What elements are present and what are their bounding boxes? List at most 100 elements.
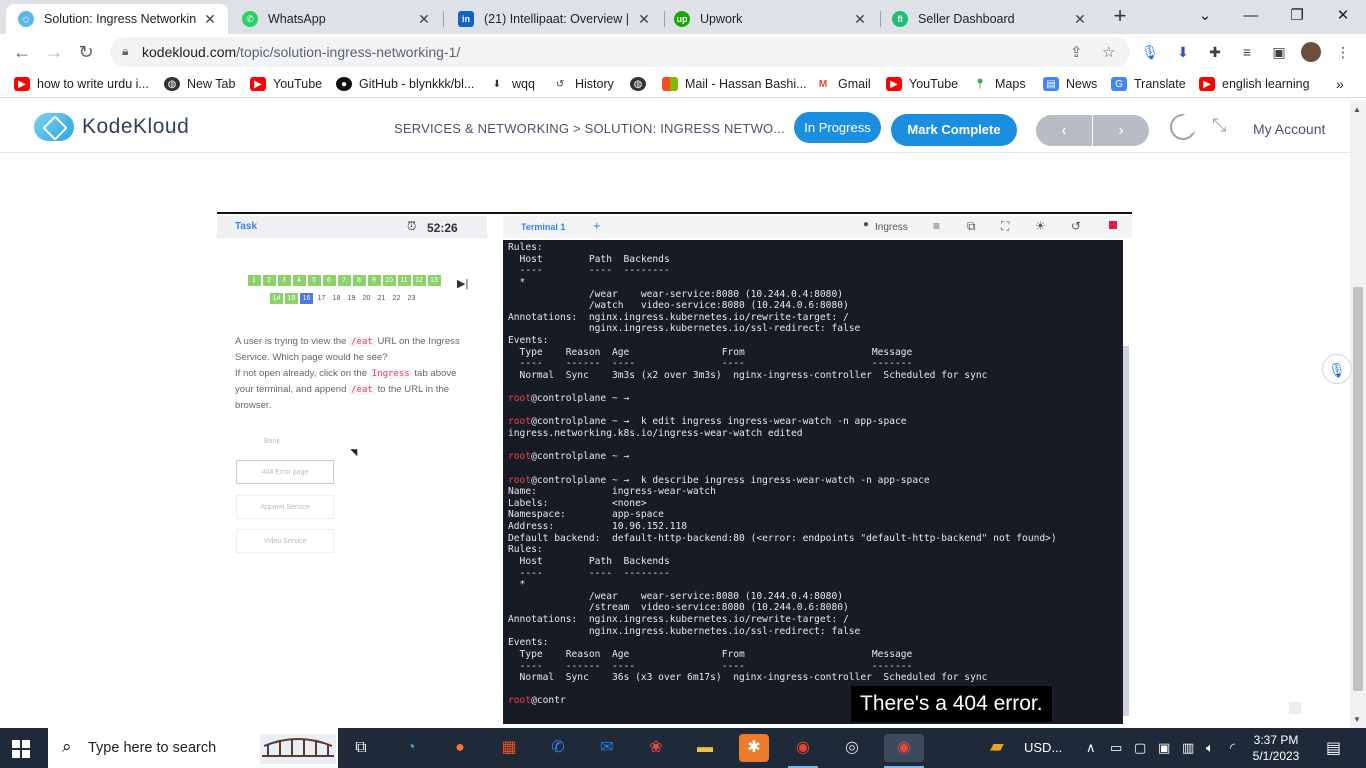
windows-taskbar: ⌕ Type here to search ⧉ ◔ ● ▦ ✆ ✉ ❀ ▬ ✱ …: [0, 728, 1366, 768]
tab-kodekloud[interactable]: ◇ Solution: Ingress Networking ✕: [6, 4, 228, 34]
terminal-line: /wear wear-service:8080 (10.244.0.4:8080…: [508, 590, 844, 602]
share-icon[interactable]: ⇪: [1070, 43, 1083, 61]
media-queue-icon[interactable]: ≡: [1237, 42, 1257, 62]
obs-icon[interactable]: ◎: [837, 734, 867, 762]
chrome-icon[interactable]: ◉: [788, 734, 818, 762]
ingress-tab: Ingress: [875, 222, 908, 233]
youtube-icon: ▶: [1199, 77, 1215, 91]
bookmark-item[interactable]: ▶ how to write urdu i...: [14, 75, 149, 93]
terminal-tab: Terminal 1: [521, 222, 566, 232]
bookmark-item[interactable]: ▶ english learning: [1199, 75, 1310, 93]
microsoft-store-icon[interactable]: ▦: [494, 734, 524, 762]
scroll-up-arrow-icon[interactable]: ▲: [1353, 105, 1361, 114]
network-device-icon[interactable]: ▭: [1110, 740, 1122, 756]
bookmark-item[interactable]: G Translate: [1111, 75, 1186, 93]
back-button[interactable]: ←: [8, 38, 36, 66]
chrome-menu-icon[interactable]: ⋮: [1333, 42, 1353, 62]
volume-icon[interactable]: 🔈︎: [1206, 740, 1214, 756]
currency-widget-text[interactable]: USD...: [1024, 740, 1062, 755]
close-tab-icon[interactable]: ✕: [636, 11, 652, 28]
kodekloud-logo-icon: [34, 113, 74, 141]
restore-button[interactable]: ❐: [1274, 0, 1320, 32]
task-view-icon[interactable]: ⧉: [346, 734, 376, 762]
bookmarks-overflow-icon[interactable]: »: [1336, 75, 1344, 93]
tray-app-icon[interactable]: ▢: [1134, 740, 1146, 756]
address-bar[interactable]: 🔒︎ kodekloud.com/topic/solution-ingress-…: [110, 37, 1130, 67]
bookmark-item[interactable]: ● GitHub - blynkkk/bl...: [336, 75, 474, 93]
question-number: 5: [307, 275, 321, 286]
minimize-button[interactable]: —: [1228, 0, 1274, 32]
wifi-icon[interactable]: ◜: [1230, 740, 1235, 756]
download-icon: ⬇: [492, 78, 502, 90]
settings-app-icon[interactable]: ✱: [739, 734, 769, 762]
tab-whatsapp[interactable]: ✆ WhatsApp ✕: [230, 4, 442, 34]
bookmark-item[interactable]: ▶ YouTube: [886, 75, 958, 93]
close-window-button[interactable]: ✕: [1320, 0, 1366, 32]
tab-upwork[interactable]: up Upwork ✕: [662, 4, 878, 34]
kodekloud-header: KodeKloud SERVICES & NETWORKING > SOLUTI…: [0, 101, 1350, 153]
close-tab-icon[interactable]: ✕: [1072, 11, 1088, 28]
terminal-line: *: [508, 579, 526, 591]
in-progress-button[interactable]: In Progress: [794, 112, 881, 143]
terminal-panel: Terminal 1 + ● Ingress ≡ ⧉ ⛶ ☀ ↺ Rules: …: [503, 216, 1345, 734]
previous-lesson-button[interactable]: ‹: [1036, 115, 1093, 146]
meet-now-icon[interactable]: ▣: [1158, 740, 1170, 756]
profile-avatar[interactable]: [1301, 42, 1321, 62]
bookmark-star-icon[interactable]: ☆: [1102, 43, 1115, 61]
tab-linkedin[interactable]: in (21) Intellipaat: Overview | Lin ✕: [446, 4, 662, 34]
microphone-extension-icon[interactable]: 🎙︎: [1140, 42, 1160, 62]
terminal-tab-bar: Terminal 1 + ● Ingress ≡ ⧉ ⛶ ☀ ↺: [503, 216, 1132, 238]
kodekloud-logo[interactable]: KodeKloud: [34, 113, 189, 141]
forward-button[interactable]: →: [40, 38, 68, 66]
answer-option: Video Service: [236, 529, 334, 553]
terminal-line: Labels: <none>: [508, 497, 647, 509]
red-app-icon[interactable]: ❀: [641, 734, 671, 762]
bookmark-item[interactable]: Mail - Hassan Bashi...: [662, 75, 807, 93]
firefox-icon[interactable]: ●: [445, 734, 475, 762]
tray-camera-icon[interactable]: ▥: [1182, 740, 1194, 756]
voice-input-microphone-icon[interactable]: 🎙︎: [1322, 354, 1352, 384]
dark-mode-moon-icon[interactable]: [1170, 114, 1198, 140]
collapse-arrows-icon[interactable]: ⤡: [1212, 115, 1226, 136]
bookmark-item[interactable]: ▶ YouTube: [250, 75, 322, 93]
terminal-line: Events:: [508, 335, 549, 346]
reload-button[interactable]: ↻: [72, 38, 100, 66]
file-explorer-icon[interactable]: ▬: [690, 734, 720, 762]
system-clock[interactable]: 3:37 PM 5/1/2023: [1248, 732, 1304, 764]
bookmark-item[interactable]: ⬇ wqq: [489, 75, 535, 93]
taskbar-search-box[interactable]: ⌕ Type here to search: [48, 728, 338, 768]
download-extension-icon[interactable]: ⬇: [1173, 42, 1193, 62]
tab-search-chevron-icon[interactable]: ⌄: [1182, 0, 1228, 32]
extensions-puzzle-icon[interactable]: ✚: [1205, 42, 1225, 62]
bookmark-item[interactable]: 📍︎ Maps: [972, 75, 1026, 93]
lesson-video-player[interactable]: Task ⏰︎ 52:26 1 2 3 4 5 6 7 8 9 10 11 12 13 14 15 16 17 1…: [217, 212, 1345, 734]
close-tab-icon[interactable]: ✕: [852, 11, 868, 28]
my-account-link[interactable]: My Account: [1253, 121, 1325, 137]
next-lesson-button[interactable]: ›: [1093, 115, 1149, 146]
currency-widget-icon[interactable]: ▰: [990, 736, 1004, 757]
mail-icon[interactable]: ✉: [592, 734, 622, 762]
phone-app-icon[interactable]: ✆: [543, 734, 573, 762]
new-tab-button[interactable]: +: [1108, 4, 1132, 30]
notifications-icon[interactable]: ▤: [1326, 738, 1341, 758]
windows-start-icon[interactable]: [12, 740, 30, 758]
chrome-active-window-icon[interactable]: ◉: [884, 734, 924, 762]
close-tab-icon[interactable]: ✕: [416, 11, 432, 28]
bookmark-item[interactable]: ◍: [630, 75, 653, 93]
mark-complete-button[interactable]: Mark Complete: [891, 114, 1017, 146]
whatsapp-favicon-icon: ✆: [242, 11, 258, 27]
bookmark-item[interactable]: ◍ New Tab: [164, 75, 235, 93]
show-hidden-icons-chevron-icon[interactable]: ∧: [1086, 740, 1096, 756]
edge-browser-icon[interactable]: ◔: [396, 734, 426, 762]
bookmark-item[interactable]: M Gmail: [815, 75, 871, 93]
bookmark-item[interactable]: ▤ News: [1043, 75, 1097, 93]
page-scrollbar[interactable]: ▲ ▼: [1350, 101, 1366, 728]
terminal-line: *: [508, 276, 526, 288]
scrollbar-thumb[interactable]: [1353, 287, 1363, 691]
scroll-down-arrow-icon[interactable]: ▼: [1353, 715, 1361, 724]
close-tab-icon[interactable]: ✕: [202, 11, 218, 28]
tab-seller-dashboard[interactable]: fi Seller Dashboard ✕: [880, 4, 1098, 34]
side-panel-icon[interactable]: ▣: [1269, 42, 1289, 62]
bookmark-item[interactable]: ↺ History: [552, 75, 614, 93]
